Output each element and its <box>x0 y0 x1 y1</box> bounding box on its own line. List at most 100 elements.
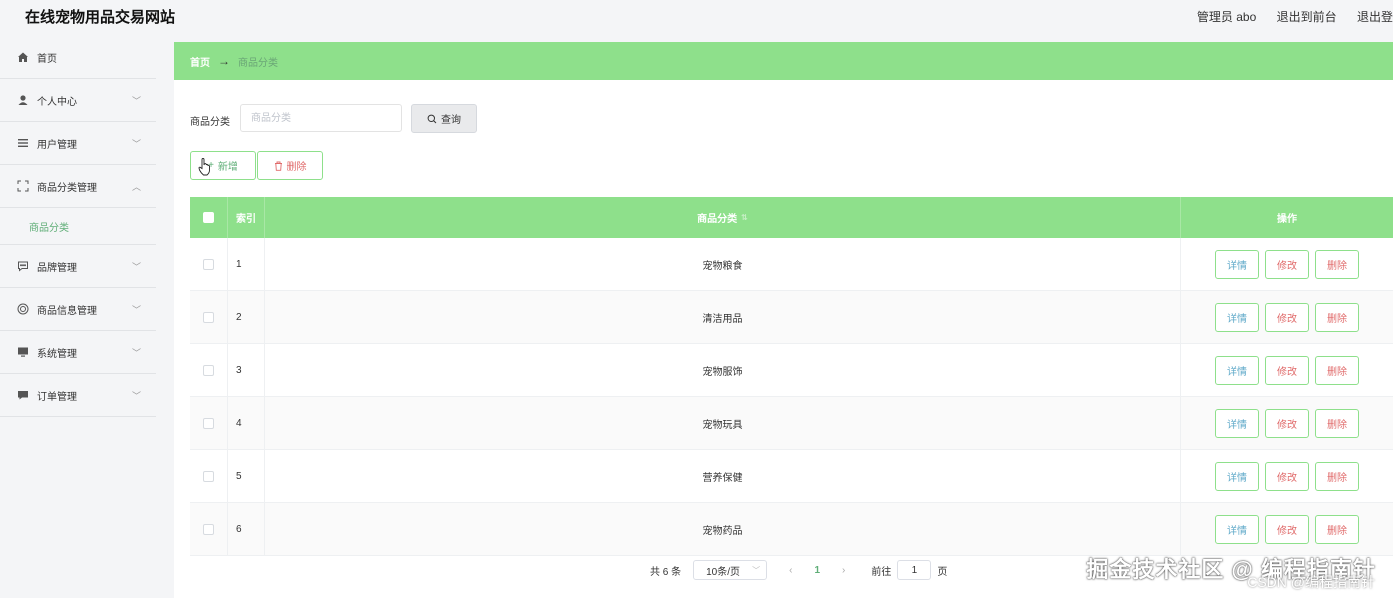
goto-label: 前往 <box>871 566 892 578</box>
arrow-right-icon: → <box>218 54 230 68</box>
row-index: 2 <box>228 291 265 343</box>
row-index: 1 <box>228 238 265 290</box>
row-checkbox-cell <box>190 503 228 555</box>
table-header: 索引 商品分类 ⇅ 操作 <box>190 197 1393 238</box>
sidebar-item-profile[interactable]: 个人中心 ﹀ <box>0 79 156 122</box>
chat-icon <box>17 260 29 272</box>
header-name-cell[interactable]: 商品分类 ⇅ <box>265 197 1181 238</box>
delete-button[interactable]: 删除 <box>1315 514 1359 544</box>
row-index: 6 <box>228 503 265 555</box>
sidebar-item-product-info[interactable]: 商品信息管理 ﹀ <box>0 288 156 331</box>
row-checkbox-cell <box>190 397 228 449</box>
row-category-name: 宠物粮食 <box>265 238 1181 290</box>
next-page-button[interactable]: › <box>842 565 845 576</box>
sidebar-item-label: 首页 <box>37 53 57 65</box>
edit-button[interactable]: 修改 <box>1265 249 1309 279</box>
delete-button[interactable]: 删除 <box>1315 302 1359 332</box>
detail-button[interactable]: 详情 <box>1215 249 1259 279</box>
row-category-name: 清洁用品 <box>265 291 1181 343</box>
sidebar-item-users[interactable]: 用户管理 ﹀ <box>0 122 156 165</box>
admin-label: 管理员 abo <box>1196 10 1257 24</box>
table-body: 1 宠物粮食 详情 修改 删除 2 清洁用品 详情 修改 删除 3 宠物服饰 详情 修改 删除 4 宠物玩具 详情… <box>190 238 1393 556</box>
sidebar-item-category-mgmt[interactable]: 商品分类管理 ︿ <box>0 165 156 208</box>
row-checkbox[interactable] <box>203 311 214 323</box>
table-row: 2 清洁用品 详情 修改 删除 <box>190 291 1393 344</box>
current-page[interactable]: 1 <box>814 565 820 576</box>
batch-delete-button[interactable]: 删除 <box>257 151 323 180</box>
page-size-select[interactable]: 10条/页 ﹀ <box>693 560 768 580</box>
add-button-label: 新增 <box>217 162 238 173</box>
main-panel: 首页 → 商品分类 商品分类 查询 + 新增 删除 索引 商品分类 ⇅ 操作 1… <box>174 42 1393 598</box>
home-icon <box>17 51 29 63</box>
row-actions: 详情 修改 删除 <box>1181 238 1393 290</box>
header-name: 商品分类 <box>697 214 738 225</box>
chevron-down-icon: ﹀ <box>131 305 141 315</box>
chevron-down-icon: ﹀ <box>131 139 141 149</box>
sidebar-item-home[interactable]: 首页 <box>0 36 156 79</box>
prev-page-button[interactable]: ‹ <box>789 565 792 576</box>
search-button[interactable]: 查询 <box>411 104 477 133</box>
user-icon <box>17 94 29 106</box>
row-checkbox[interactable] <box>203 364 214 376</box>
pagination: 共 6 条 10条/页 ﹀ ‹ 1 › 前往 1 页 <box>650 559 947 581</box>
row-index: 4 <box>228 397 265 449</box>
delete-button[interactable]: 删除 <box>1315 355 1359 385</box>
edit-button[interactable]: 修改 <box>1265 355 1309 385</box>
sidebar-subitem-category[interactable]: 商品分类 <box>0 208 156 245</box>
edit-button[interactable]: 修改 <box>1265 461 1309 491</box>
row-category-name: 营养保健 <box>265 450 1181 502</box>
row-actions: 详情 修改 删除 <box>1181 291 1393 343</box>
row-index: 3 <box>228 344 265 396</box>
search-input[interactable] <box>240 104 402 132</box>
row-category-name: 宠物药品 <box>265 503 1181 555</box>
detail-button[interactable]: 详情 <box>1215 302 1259 332</box>
goto-page-input[interactable]: 1 <box>897 560 932 580</box>
select-all-checkbox[interactable] <box>203 212 214 223</box>
row-category-name: 宠物服饰 <box>265 344 1181 396</box>
exit-front-link[interactable]: 退出到前台 <box>1277 10 1337 24</box>
chevron-down-icon: ﹀ <box>131 96 141 106</box>
detail-button[interactable]: 详情 <box>1215 355 1259 385</box>
row-checkbox[interactable] <box>203 258 214 270</box>
monitor-icon <box>17 346 29 358</box>
row-category-name: 宠物玩具 <box>265 397 1181 449</box>
row-actions: 详情 修改 删除 <box>1181 450 1393 502</box>
search-label: 商品分类 <box>190 117 230 128</box>
sidebar-item-label: 商品分类管理 <box>37 182 97 194</box>
detail-button[interactable]: 详情 <box>1215 408 1259 438</box>
table-row: 1 宠物粮食 详情 修改 删除 <box>190 238 1393 291</box>
sidebar: 首页 个人中心 ﹀ 用户管理 ﹀ 商品分类管理 ︿ 商品分类 品牌管理 ﹀ 商品… <box>0 36 156 598</box>
edit-button[interactable]: 修改 <box>1265 302 1309 332</box>
breadcrumb: 首页 → 商品分类 <box>174 42 1393 80</box>
chevron-down-icon: ﹀ <box>131 262 141 272</box>
chevron-down-icon: ﹀ <box>131 391 141 401</box>
edit-button[interactable]: 修改 <box>1265 408 1309 438</box>
sort-icon[interactable]: ⇅ <box>741 213 748 222</box>
message-icon <box>17 389 29 401</box>
delete-button[interactable]: 删除 <box>1315 249 1359 279</box>
header-ops: 操作 <box>1277 214 1297 225</box>
detail-button[interactable]: 详情 <box>1215 514 1259 544</box>
row-checkbox[interactable] <box>203 470 214 482</box>
logout-link[interactable]: 退出登 <box>1357 10 1393 24</box>
sidebar-item-brand[interactable]: 品牌管理 ﹀ <box>0 245 156 288</box>
row-checkbox[interactable] <box>203 417 214 429</box>
chevron-up-icon: ︿ <box>131 182 141 192</box>
delete-button[interactable]: 删除 <box>1315 408 1359 438</box>
breadcrumb-current: 商品分类 <box>238 57 278 69</box>
table-row: 6 宠物药品 详情 修改 删除 <box>190 503 1393 556</box>
sidebar-item-orders[interactable]: 订单管理 ﹀ <box>0 374 156 417</box>
edit-button[interactable]: 修改 <box>1265 514 1309 544</box>
site-title: 在线宠物用品交易网站 <box>25 9 176 26</box>
watermark-small: CSDN @编程指南针 <box>1247 574 1375 590</box>
breadcrumb-home[interactable]: 首页 <box>190 54 210 69</box>
table-row: 3 宠物服饰 详情 修改 删除 <box>190 344 1393 397</box>
list-icon <box>17 137 29 149</box>
row-checkbox-cell <box>190 344 228 396</box>
delete-button[interactable]: 删除 <box>1315 461 1359 491</box>
row-checkbox[interactable] <box>203 523 214 535</box>
detail-button[interactable]: 详情 <box>1215 461 1259 491</box>
sidebar-item-label: 系统管理 <box>37 348 77 360</box>
delete-button-label: 删除 <box>286 162 307 173</box>
sidebar-item-system[interactable]: 系统管理 ﹀ <box>0 331 156 374</box>
